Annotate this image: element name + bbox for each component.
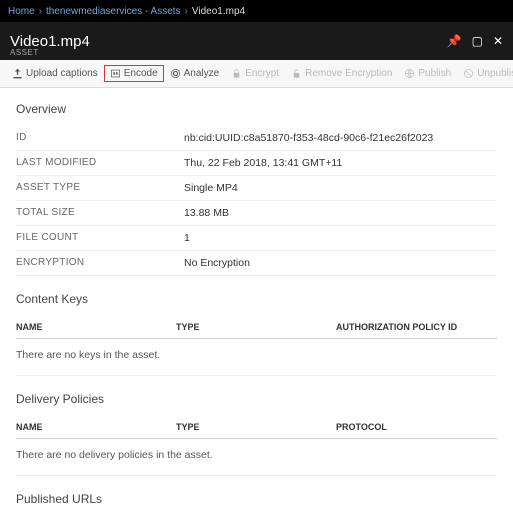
keys-empty: There are no keys in the asset. <box>16 339 497 376</box>
col-type: TYPE <box>176 422 336 432</box>
col-type: TYPE <box>176 322 336 332</box>
col-auth-policy: AUTHORIZATION POLICY ID <box>336 322 497 332</box>
content-keys-heading: Content Keys <box>16 292 497 306</box>
col-protocol: PROTOCOL <box>336 422 497 432</box>
remove-encryption-button: Remove Encryption <box>285 65 398 82</box>
overview-heading: Overview <box>16 102 497 116</box>
globe-icon <box>404 68 415 79</box>
row-size: TOTAL SIZE13.88 MB <box>16 201 497 226</box>
value-modified: Thu, 22 Feb 2018, 13:41 GMT+11 <box>184 157 342 169</box>
remove-label: Remove Encryption <box>305 68 392 79</box>
label-encryption: ENCRYPTION <box>16 257 184 269</box>
label-type: ASSET TYPE <box>16 182 184 194</box>
row-count: FILE COUNT1 <box>16 226 497 251</box>
keys-table-header: NAME TYPE AUTHORIZATION POLICY ID <box>16 316 497 339</box>
upload-icon <box>12 68 23 79</box>
value-encryption: No Encryption <box>184 257 250 269</box>
encode-button[interactable]: Encode <box>104 65 164 82</box>
unpublish-button: Unpublish <box>457 65 513 82</box>
lock-icon <box>231 68 242 79</box>
breadcrumb-service[interactable]: thenewmediaservices - Assets <box>46 6 181 17</box>
analyze-button[interactable]: Analyze <box>164 65 226 82</box>
value-id: nb:cid:UUID:c8a51870-f353-48cd-90c6-f21e… <box>184 132 433 144</box>
encode-label: Encode <box>124 68 158 79</box>
maximize-icon[interactable]: ▢ <box>472 34 483 48</box>
value-size: 13.88 MB <box>184 207 229 219</box>
page-title: Video1.mp4 <box>10 33 90 50</box>
close-icon[interactable]: ✕ <box>493 34 503 48</box>
toolbar: Upload captions Encode Analyze Encrypt R… <box>0 60 513 88</box>
policies-empty: There are no delivery policies in the as… <box>16 439 497 476</box>
breadcrumb-home[interactable]: Home <box>8 6 35 17</box>
policies-table-header: NAME TYPE PROTOCOL <box>16 416 497 439</box>
delivery-policies-heading: Delivery Policies <box>16 392 497 406</box>
content-area: Overview IDnb:cid:UUID:c8a51870-f353-48c… <box>0 88 513 515</box>
value-type: Single MP4 <box>184 182 238 194</box>
label-modified: LAST MODIFIED <box>16 157 184 169</box>
label-id: ID <box>16 132 184 144</box>
label-count: FILE COUNT <box>16 232 184 244</box>
breadcrumb-current: Video1.mp4 <box>192 6 245 17</box>
publish-label: Publish <box>418 68 451 79</box>
unlock-icon <box>291 68 302 79</box>
publish-button: Publish <box>398 65 457 82</box>
encrypt-label: Encrypt <box>245 68 279 79</box>
published-urls-heading: Published URLs <box>16 492 497 506</box>
breadcrumb: Home › thenewmediaservices - Assets › Vi… <box>0 0 513 22</box>
pin-icon[interactable]: 📌 <box>447 34 462 48</box>
encode-icon <box>110 68 121 79</box>
analyze-label: Analyze <box>184 68 220 79</box>
analyze-icon <box>170 68 181 79</box>
row-id: IDnb:cid:UUID:c8a51870-f353-48cd-90c6-f2… <box>16 126 497 151</box>
col-name: NAME <box>16 322 176 332</box>
col-name: NAME <box>16 422 176 432</box>
row-modified: LAST MODIFIEDThu, 22 Feb 2018, 13:41 GMT… <box>16 151 497 176</box>
unpublish-icon <box>463 68 474 79</box>
upload-label: Upload captions <box>26 68 98 79</box>
encrypt-button: Encrypt <box>225 65 285 82</box>
row-type: ASSET TYPESingle MP4 <box>16 176 497 201</box>
blade-header: Video1.mp4 ASSET 📌 ▢ ✕ <box>0 22 513 60</box>
value-count: 1 <box>184 232 190 244</box>
upload-captions-button[interactable]: Upload captions <box>6 65 104 82</box>
label-size: TOTAL SIZE <box>16 207 184 219</box>
row-encryption: ENCRYPTIONNo Encryption <box>16 251 497 276</box>
page-subtitle: ASSET <box>10 48 39 57</box>
unpublish-label: Unpublish <box>477 68 513 79</box>
